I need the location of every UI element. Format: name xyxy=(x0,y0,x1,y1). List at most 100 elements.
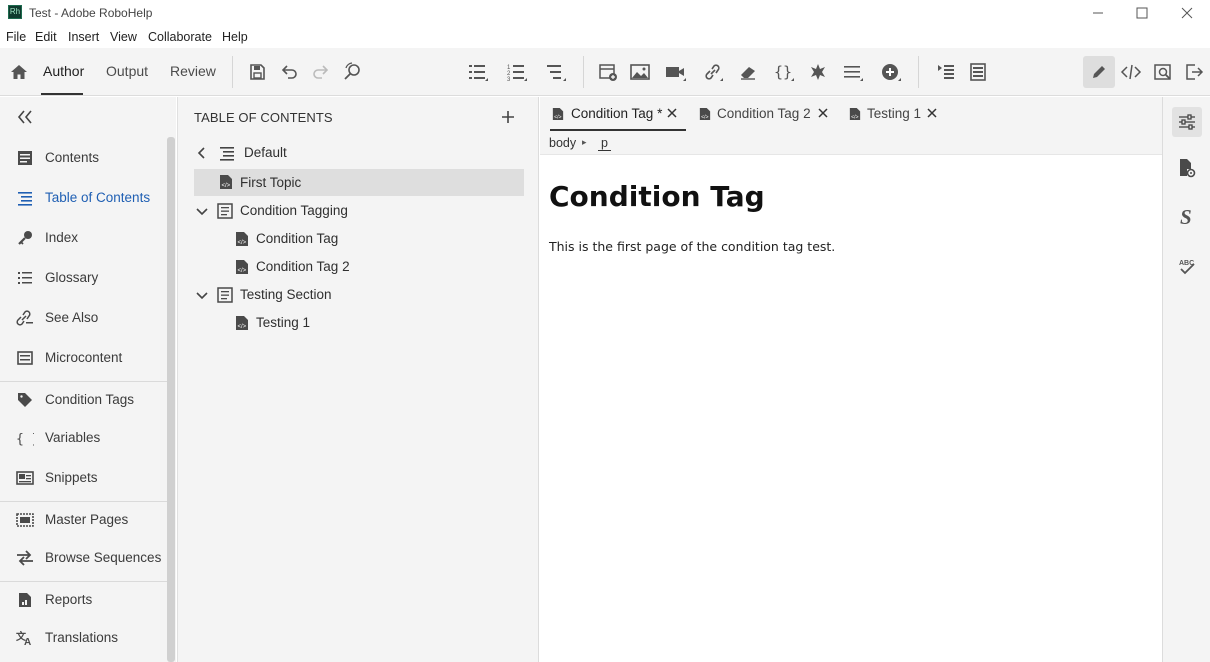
menu-file[interactable]: File xyxy=(6,30,26,44)
open-in-browser-button[interactable] xyxy=(1182,60,1206,84)
doc-tab-label: Testing 1 xyxy=(867,106,922,121)
nav-item-translations[interactable]: 文A Translations xyxy=(0,621,166,653)
menu-insert[interactable]: Insert xyxy=(68,30,99,44)
nav-item-master-pages[interactable]: Master Pages xyxy=(0,503,166,535)
tab-author[interactable]: Author xyxy=(43,63,84,79)
nav-item-condition-tags[interactable]: Condition Tags xyxy=(0,383,166,415)
pencil-icon xyxy=(1093,66,1105,78)
minimize-button[interactable] xyxy=(1075,0,1121,26)
spell-check-button[interactable]: ABC xyxy=(1174,253,1200,279)
breadcrumb-body[interactable]: body xyxy=(549,136,576,150)
page-layout-icon xyxy=(970,63,986,81)
author-mode-button[interactable] xyxy=(1083,56,1115,88)
master-pages-icon xyxy=(15,510,34,529)
toolbar-separator xyxy=(232,56,233,88)
topic-file-icon: </> xyxy=(849,107,861,121)
close-tab-icon[interactable] xyxy=(818,108,828,118)
close-tab-icon[interactable] xyxy=(667,108,677,118)
chevron-down-icon[interactable] xyxy=(196,205,208,217)
nav-item-see-also[interactable]: See Also xyxy=(0,301,166,333)
chevron-left-icon[interactable] xyxy=(196,147,208,159)
find-replace-button[interactable] xyxy=(341,60,365,84)
doc-tab-testing-1[interactable]: </> Testing 1 xyxy=(847,97,942,131)
bulleted-list-button[interactable] xyxy=(466,60,490,84)
menu-edit[interactable]: Edit xyxy=(35,30,57,44)
nav-item-glossary[interactable]: Glossary xyxy=(0,261,166,293)
source-view-button[interactable] xyxy=(1119,60,1143,84)
preview-button[interactable] xyxy=(1151,60,1175,84)
redo-button[interactable] xyxy=(309,60,333,84)
tab-review[interactable]: Review xyxy=(170,63,216,79)
multilevel-list-icon xyxy=(547,65,566,81)
toc-row-first-topic[interactable]: </> First Topic xyxy=(194,169,524,196)
nav-item-variables[interactable]: { } Variables xyxy=(0,421,166,453)
toc-root-row[interactable]: Default xyxy=(194,140,524,166)
nav-item-index[interactable]: Index xyxy=(0,221,166,253)
add-toc-button[interactable] xyxy=(500,109,516,125)
chevron-down-icon[interactable] xyxy=(196,289,208,301)
nav-item-snippets[interactable]: Snippets xyxy=(0,461,166,493)
toc-row-testing-1[interactable]: </> Testing 1 xyxy=(194,310,524,336)
active-tab-indicator xyxy=(41,93,83,95)
styles-button[interactable]: S xyxy=(1174,204,1200,230)
toc-row-condition-tag[interactable]: </> Condition Tag xyxy=(194,226,524,252)
book-icon xyxy=(217,287,233,303)
page-layout-button[interactable] xyxy=(966,60,990,84)
svg-text:{}: {} xyxy=(774,63,792,81)
svg-text:</>: </> xyxy=(851,114,858,120)
nav-scrollbar[interactable] xyxy=(167,137,175,662)
menu-help[interactable]: Help xyxy=(222,30,248,44)
close-tab-icon[interactable] xyxy=(927,108,937,118)
save-icon xyxy=(250,64,265,80)
book-icon xyxy=(217,203,233,219)
braces-icon: { } xyxy=(15,428,34,447)
document-heading[interactable]: Condition Tag xyxy=(549,180,765,213)
document-tab-bar: </> Condition Tag * </> Condition Tag 2 … xyxy=(540,97,1162,131)
nav-item-browse-sequences[interactable]: Browse Sequences xyxy=(0,541,166,573)
toc-icon xyxy=(15,188,34,207)
nav-item-label: Reports xyxy=(45,591,93,607)
undo-button[interactable] xyxy=(277,60,301,84)
svg-text:</>: </> xyxy=(701,114,708,120)
nav-item-table-of-contents[interactable]: Table of Contents xyxy=(0,181,166,213)
insert-more-button[interactable] xyxy=(879,60,903,84)
properties-button[interactable] xyxy=(1172,107,1202,137)
preview-icon xyxy=(1154,64,1171,80)
insert-image-button[interactable] xyxy=(628,60,652,84)
key-icon xyxy=(15,228,34,247)
insert-table-button[interactable] xyxy=(596,60,620,84)
insert-link-button[interactable] xyxy=(701,60,725,84)
topic-file-icon: </> xyxy=(219,174,233,190)
horizontal-rule-button[interactable] xyxy=(841,60,865,84)
svg-text:</>: </> xyxy=(238,240,247,246)
collapse-panel-button[interactable] xyxy=(16,108,36,126)
topic-properties-button[interactable] xyxy=(1174,155,1200,181)
title-bar: Rh Test - Adobe RoboHelp xyxy=(0,0,1210,26)
svg-text:S: S xyxy=(1180,206,1192,228)
close-window-button[interactable] xyxy=(1164,0,1210,26)
nav-item-reports[interactable]: Reports xyxy=(0,583,166,615)
toc-row-condition-tag-2[interactable]: </> Condition Tag 2 xyxy=(194,254,524,280)
insert-variable-button[interactable]: {} xyxy=(772,60,796,84)
save-button[interactable] xyxy=(245,60,269,84)
maximize-button[interactable] xyxy=(1119,0,1165,26)
nav-item-contents[interactable]: Contents xyxy=(0,141,166,173)
menu-collaborate[interactable]: Collaborate xyxy=(148,30,212,44)
toc-row-condition-tagging[interactable]: Condition Tagging xyxy=(194,198,524,224)
home-button[interactable] xyxy=(7,60,31,84)
document-paragraph[interactable]: This is the first page of the condition … xyxy=(549,239,835,254)
tab-output[interactable]: Output xyxy=(106,63,148,79)
clear-formatting-button[interactable] xyxy=(736,60,760,84)
numbered-list-button[interactable]: 123 xyxy=(505,60,529,84)
insert-video-button[interactable] xyxy=(664,60,688,84)
doc-tab-condition-tag[interactable]: </> Condition Tag * xyxy=(550,97,686,131)
multilevel-list-button[interactable] xyxy=(544,60,568,84)
insert-snippet-button[interactable] xyxy=(806,60,830,84)
breadcrumb-p[interactable]: p xyxy=(598,136,611,151)
menu-view[interactable]: View xyxy=(110,30,137,44)
indent-button[interactable] xyxy=(934,60,958,84)
toc-row-testing-section[interactable]: Testing Section xyxy=(194,282,524,308)
toc-row-label: Condition Tagging xyxy=(240,203,348,218)
nav-item-microcontent[interactable]: Microcontent xyxy=(0,341,166,373)
doc-tab-condition-tag-2[interactable]: </> Condition Tag 2 xyxy=(697,97,832,131)
